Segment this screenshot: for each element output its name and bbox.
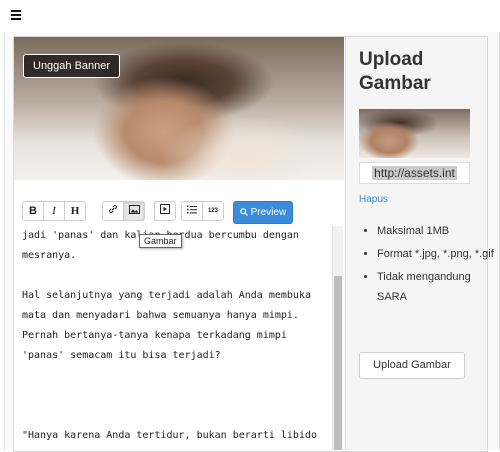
rule-item: Tidak mengandung SARA	[377, 267, 497, 307]
image-url-value: http://assets.int	[372, 166, 457, 180]
video-icon[interactable]	[154, 201, 176, 221]
link-icon[interactable]	[102, 201, 124, 221]
image-icon[interactable]	[123, 201, 145, 221]
editor-line: "Hanya karena Anda tertidur, bukan berar…	[22, 430, 318, 441]
upload-banner-button[interactable]: Unggah Banner	[23, 54, 121, 78]
preview-button[interactable]: Preview	[233, 201, 293, 224]
format-group: B I H	[22, 201, 86, 221]
list-group: 123	[181, 201, 224, 221]
bold-icon[interactable]: B	[22, 201, 44, 221]
upload-rules: Maksimal 1MB Format *.jpg, *.png, *.gif …	[358, 221, 497, 310]
italic-icon[interactable]: I	[43, 201, 65, 221]
editor-line: mata dan menyadari bahwa semuanya hanya …	[22, 310, 299, 321]
image-url-field[interactable]: http://assets.int	[359, 162, 470, 184]
editor-line: Pernah bertanya-tanya kenapa terkadang m…	[22, 330, 287, 341]
numbered-list-icon[interactable]: 123	[202, 201, 224, 221]
image-tooltip: Gambar	[139, 234, 182, 248]
heading-icon[interactable]: H	[64, 201, 86, 221]
insert-group	[102, 201, 145, 221]
media-group	[154, 201, 176, 221]
top-bar	[0, 0, 500, 32]
editor-line: Hal selanjutnya yang terjadi adalah Anda…	[22, 290, 311, 301]
rule-item: Maksimal 1MB	[377, 221, 497, 241]
text-editor[interactable]: jadi 'panas' dan kalian berdua bercumbu …	[22, 226, 332, 450]
editor-line: mesranya.	[22, 250, 77, 261]
editor-scrollbar[interactable]	[332, 226, 343, 450]
hamburger-icon[interactable]	[11, 10, 21, 20]
sidebar-title: Upload Gambar	[359, 49, 431, 94]
delete-link[interactable]: Hapus	[359, 194, 388, 205]
editor-line: 'panas' semacam itu bisa terjadi?	[22, 350, 221, 361]
image-thumbnail	[359, 109, 470, 158]
scrollbar-thumb[interactable]	[334, 276, 342, 450]
editor-toolbar: B I H 123	[14, 197, 344, 227]
rule-item: Format *.jpg, *.png, *.gif	[377, 244, 497, 264]
preview-label: Preview	[250, 207, 287, 218]
upload-image-button[interactable]: Upload Gambar	[359, 352, 465, 379]
search-icon	[240, 208, 248, 216]
bullet-list-icon[interactable]	[181, 201, 203, 221]
